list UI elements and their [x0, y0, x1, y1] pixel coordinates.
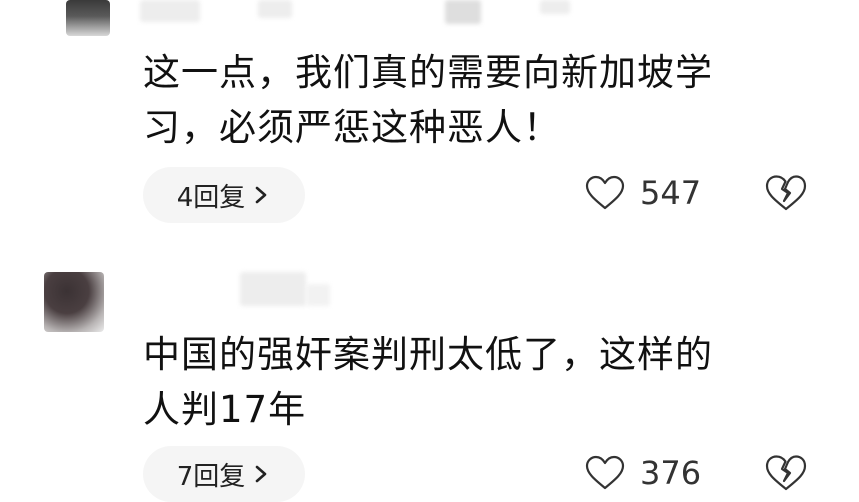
comment-text: 中国的强奸案判刑太低了，这样的 人判17年 — [143, 327, 803, 437]
chevron-right-icon — [255, 186, 267, 204]
comment-text-line: 人判17年 — [143, 388, 307, 431]
comment-text: 这一点，我们真的需要向新加坡学 习，必须严惩这种恶人！ — [143, 45, 803, 155]
comment-text-line: 这一点，我们真的需要向新加坡学 — [143, 51, 713, 94]
chevron-right-icon — [255, 465, 267, 483]
reply-count-label: 7回复 — [176, 461, 246, 492]
avatar[interactable] — [44, 272, 104, 332]
comment-item: 这一点，我们真的需要向新加坡学 习，必须严惩这种恶人！ 4回复 547 — [0, 0, 859, 240]
username-blurred — [258, 0, 292, 18]
like-count: 547 — [640, 174, 702, 212]
comment-text-line: 中国的强奸案判刑太低了，这样的 — [143, 333, 713, 376]
view-replies-button[interactable]: 4回复 — [143, 167, 305, 223]
like-count: 376 — [640, 454, 702, 492]
broken-heart-icon[interactable] — [765, 174, 807, 212]
username-blurred — [306, 284, 330, 306]
avatar[interactable] — [66, 0, 110, 36]
broken-heart-icon[interactable] — [765, 454, 807, 492]
comment-item: 中国的强奸案判刑太低了，这样的 人判17年 7回复 376 — [0, 262, 859, 502]
username-blurred — [140, 0, 200, 22]
heart-outline-icon[interactable] — [585, 175, 625, 211]
heart-outline-icon[interactable] — [585, 455, 625, 491]
username-blurred — [240, 272, 306, 306]
username-blurred — [445, 0, 481, 24]
reply-count-label: 4回复 — [176, 182, 246, 213]
view-replies-button[interactable]: 7回复 — [143, 446, 305, 502]
username-blurred — [540, 0, 570, 14]
comment-text-line: 习，必须严惩这种恶人！ — [143, 106, 561, 149]
